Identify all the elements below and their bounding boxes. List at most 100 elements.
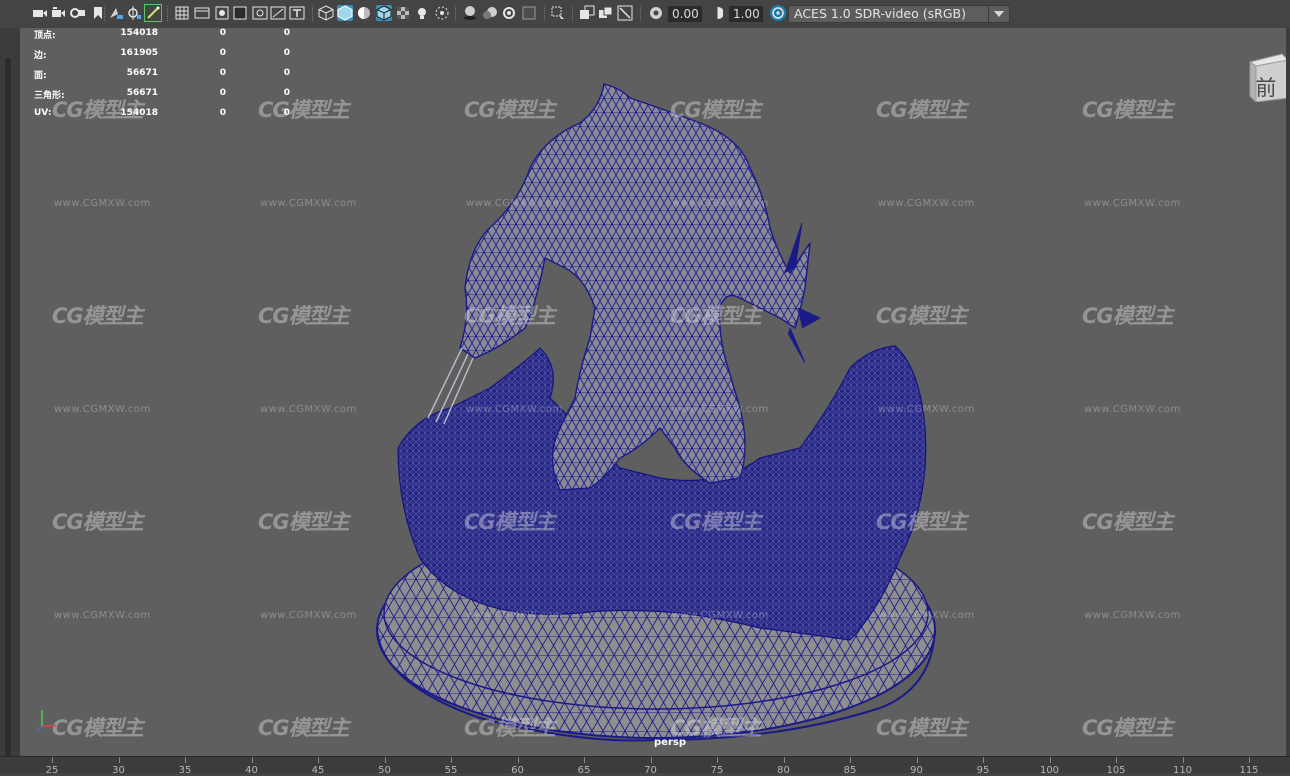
gamma-field[interactable]: 1.00 xyxy=(729,6,763,22)
ruler-label: 65 xyxy=(577,765,591,776)
layout-icon[interactable] xyxy=(579,5,595,21)
stat-value: 0 xyxy=(219,108,226,118)
watermark-logo: CG模型主 xyxy=(52,304,144,328)
left-scroll-strip[interactable] xyxy=(0,28,20,758)
watermark-url: www.CGMXW.com xyxy=(672,198,769,209)
grid-icon[interactable] xyxy=(126,5,142,21)
time-slider-ruler[interactable]: 25 30 35 40 45 50 55 60 65 70 75 80 85 90 95 100 105 110 1… xyxy=(0,756,1290,776)
ruler-tick xyxy=(517,757,519,763)
bookmark-icon[interactable] xyxy=(70,5,86,21)
lighting-icon[interactable] xyxy=(414,5,430,21)
ruler-label: 40 xyxy=(245,765,258,776)
anti-aliasing-icon[interactable] xyxy=(501,5,517,21)
camera-name-label: persp xyxy=(654,737,686,748)
watermark-logo: CG模型主 xyxy=(876,716,968,740)
watermark-logo: CG模型主 xyxy=(464,716,556,740)
camera-icon[interactable] xyxy=(32,5,48,21)
gate-mask-icon[interactable] xyxy=(194,5,210,21)
ruler-tick xyxy=(384,757,386,763)
color-space-dropdown[interactable]: ACES 1.0 SDR-video (sRGB) xyxy=(788,5,1010,23)
wireframe-icon[interactable] xyxy=(318,5,334,21)
stat-value: 0 xyxy=(219,28,226,38)
gamma-icon[interactable] xyxy=(710,5,726,21)
watermark-logo: CG模型主 xyxy=(1082,510,1174,534)
ruler-tick xyxy=(52,757,53,763)
ruler-tick xyxy=(717,757,718,763)
watermark-logo: CG模型主 xyxy=(258,304,350,328)
xray-active-icon[interactable] xyxy=(550,5,566,21)
exposure-field[interactable]: 0.00 xyxy=(668,6,702,22)
frame-selected-icon[interactable] xyxy=(617,5,633,21)
watermark-url: www.CGMXW.com xyxy=(260,198,357,209)
watermark-logo: CG模型主 xyxy=(52,716,144,740)
ruler-tick xyxy=(850,757,851,763)
ruler-label: 35 xyxy=(178,765,192,776)
watermark-logo: CG模型主 xyxy=(464,98,556,122)
ambient-occlusion-icon[interactable] xyxy=(462,5,478,21)
stat-value: 0 xyxy=(283,88,290,98)
stat-label: UV: xyxy=(34,108,52,118)
watermark-url: www.CGMXW.com xyxy=(466,404,563,415)
stat-value: 154018 xyxy=(120,108,158,118)
ruler-label: 85 xyxy=(843,765,857,776)
ruler-label: 70 xyxy=(644,765,657,776)
wireframe-on-shaded-icon[interactable] xyxy=(376,5,392,21)
stat-value: 0 xyxy=(283,28,290,38)
viewport-toolbar: 0.00 1.00 ACES 1.0 SDR-video (sRGB) xyxy=(0,0,1290,29)
watermark-url: www.CGMXW.com xyxy=(672,610,769,621)
ruler-tick xyxy=(1116,757,1117,763)
film-gate-icon[interactable] xyxy=(144,4,162,22)
ruler-tick xyxy=(1049,757,1051,763)
stat-value: 56671 xyxy=(126,88,158,98)
stat-value: 0 xyxy=(219,88,226,98)
model-wireframe[interactable] xyxy=(20,28,1286,756)
view-cube-face-label[interactable]: 前 xyxy=(1248,72,1284,102)
watermark-url: www.CGMXW.com xyxy=(1084,610,1181,621)
ruler-label: 45 xyxy=(311,765,325,776)
stat-value: 56671 xyxy=(126,68,158,78)
watermark-logo: CG模型主 xyxy=(1082,98,1174,122)
ruler-label: 30 xyxy=(112,765,125,776)
stat-row-vertices: 顶点: 154018 0 0 xyxy=(34,28,304,48)
stat-value: 0 xyxy=(219,48,226,58)
text-field-icon[interactable] xyxy=(289,5,305,21)
watermark-url: www.CGMXW.com xyxy=(54,198,151,209)
3d-viewport[interactable]: CG模型主 CG模型主 CG模型主 CG模型主 CG模型主 CG模型主 CG模型主 CG模型主… xyxy=(20,28,1286,756)
shadows-icon[interactable] xyxy=(434,5,450,21)
image-plane-icon[interactable] xyxy=(108,5,124,21)
watermark-url: www.CGMXW.com xyxy=(54,404,151,415)
ruler-tick xyxy=(185,757,186,763)
copy-layout-icon[interactable] xyxy=(598,5,614,21)
stat-value: 154018 xyxy=(120,28,158,38)
watermark-logo: CG模型主 xyxy=(52,510,144,534)
scroll-handle[interactable] xyxy=(5,58,11,758)
xray-joints-icon[interactable] xyxy=(270,5,286,21)
safe-title-icon[interactable] xyxy=(252,5,268,21)
isolate-select-icon[interactable] xyxy=(521,5,537,21)
view-cube[interactable]: 前 xyxy=(1244,52,1286,102)
watermark-url: www.CGMXW.com xyxy=(260,404,357,415)
ruler-label: 55 xyxy=(444,765,458,776)
watermark-logo: CG模型主 xyxy=(670,304,762,328)
ruler-tick xyxy=(983,757,984,763)
motion-blur-icon[interactable] xyxy=(482,5,498,21)
stat-value: 0 xyxy=(219,68,226,78)
xray-icon[interactable] xyxy=(395,5,411,21)
ruler-label: 25 xyxy=(45,765,59,776)
resolution-gate-icon[interactable] xyxy=(174,5,190,21)
poly-count-hud: 顶点: 154018 0 0 边: 161905 0 0 面: 56671 0 … xyxy=(34,28,304,128)
watermark-logo: CG模型主 xyxy=(876,510,968,534)
exposure-icon[interactable] xyxy=(648,5,664,21)
default-lighting-icon[interactable] xyxy=(356,5,372,21)
color-space-label: ACES 1.0 SDR-video (sRGB) xyxy=(794,6,966,21)
field-chart-icon[interactable] xyxy=(214,5,230,21)
watermark-logo: CG模型主 xyxy=(1082,304,1174,328)
smooth-shade-icon[interactable] xyxy=(337,5,353,21)
color-management-icon[interactable] xyxy=(770,5,786,21)
ruler-label: 60 xyxy=(511,765,524,776)
watermark-logo: CG模型主 xyxy=(670,98,762,122)
stat-label: 顶点: xyxy=(34,31,56,41)
camera-attributes-icon[interactable] xyxy=(50,5,66,21)
stat-label: 三角形: xyxy=(34,91,65,101)
safe-action-icon[interactable] xyxy=(232,5,248,21)
